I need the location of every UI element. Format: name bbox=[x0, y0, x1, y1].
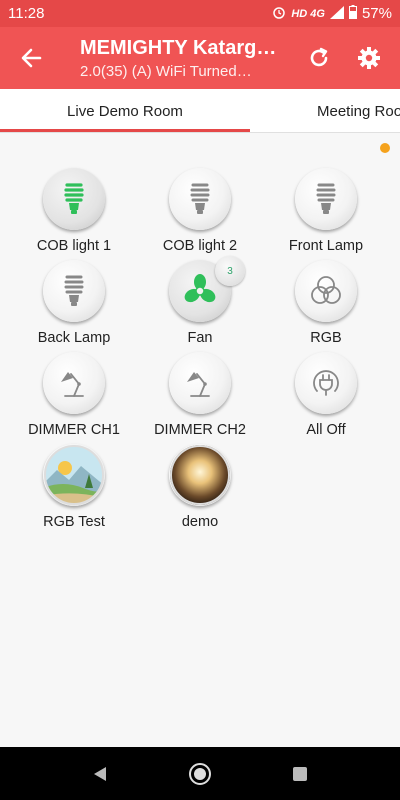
device-demo[interactable]: demo bbox=[137, 444, 263, 534]
gear-icon bbox=[358, 47, 380, 69]
battery-percent: 57% bbox=[361, 5, 392, 22]
device-rgb[interactable]: RGB bbox=[263, 260, 389, 350]
device-button[interactable] bbox=[43, 168, 105, 230]
device-button[interactable] bbox=[169, 168, 231, 230]
nav-recents-button[interactable] bbox=[250, 747, 350, 800]
bulb-icon bbox=[316, 183, 336, 214]
alarm-icon bbox=[272, 5, 286, 22]
circle-home-icon bbox=[189, 762, 211, 785]
back-arrow-icon bbox=[21, 48, 42, 68]
bulb-icon bbox=[64, 183, 84, 214]
page-subtitle: 2.0(35) (A) WiFi Turned… bbox=[80, 62, 252, 80]
room-tabs: Live Demo Room Meeting Roo bbox=[0, 89, 400, 133]
device-label: All Off bbox=[306, 422, 346, 438]
device-back-lamp[interactable]: Back Lamp bbox=[11, 260, 137, 350]
device-button[interactable] bbox=[43, 352, 105, 414]
device-dimmer-ch1[interactable]: DIMMER CH1 bbox=[11, 352, 137, 442]
tab-meeting-room[interactable]: Meeting Roo bbox=[250, 89, 400, 132]
status-dot bbox=[380, 143, 390, 153]
device-button[interactable] bbox=[43, 444, 105, 506]
triangle-back-icon bbox=[94, 766, 106, 781]
desk-lamp-icon bbox=[61, 372, 84, 397]
device-label: Fan bbox=[187, 330, 213, 346]
plug-icon bbox=[313, 370, 339, 396]
fan-icon bbox=[184, 274, 216, 303]
device-button[interactable] bbox=[295, 352, 357, 414]
device-label: Front Lamp bbox=[288, 238, 364, 254]
status-indicators: HD 4G 57% bbox=[272, 5, 392, 22]
device-all-off[interactable]: All Off bbox=[263, 352, 389, 442]
system-nav-bar bbox=[0, 747, 400, 800]
back-button[interactable] bbox=[0, 27, 62, 89]
device-label: DIMMER CH2 bbox=[154, 422, 246, 438]
device-button[interactable] bbox=[169, 352, 231, 414]
fan-speed-badge: 3 bbox=[215, 256, 245, 286]
glowing-orb-icon bbox=[170, 445, 230, 505]
app-bar: MEMIGHTY Katarg… 2.0(35) (A) WiFi Turned… bbox=[0, 27, 400, 89]
signal-icon bbox=[329, 5, 344, 22]
device-label: RGB Test bbox=[43, 514, 105, 530]
tab-live-demo-room[interactable]: Live Demo Room bbox=[0, 89, 250, 132]
device-label: Back Lamp bbox=[37, 330, 111, 346]
device-cob-light-2[interactable]: COB light 2 bbox=[137, 168, 263, 258]
square-recents-icon bbox=[293, 766, 307, 781]
rgb-icon bbox=[311, 276, 341, 304]
device-button[interactable] bbox=[169, 444, 231, 506]
refresh-button[interactable] bbox=[294, 27, 344, 89]
device-cob-light-1[interactable]: COB light 1 bbox=[11, 168, 137, 258]
device-rgb-test[interactable]: RGB Test bbox=[11, 444, 137, 534]
status-bar: 11:28 HD 4G 57% bbox=[0, 0, 400, 27]
device-grid: COB light 1 COB light 2 Front Lamp Back … bbox=[0, 133, 400, 747]
device-label: COB light 2 bbox=[162, 238, 238, 254]
device-button[interactable] bbox=[43, 260, 105, 322]
device-button[interactable] bbox=[295, 168, 357, 230]
device-front-lamp[interactable]: Front Lamp bbox=[263, 168, 389, 258]
landscape-icon bbox=[44, 445, 104, 505]
device-label: demo bbox=[181, 514, 219, 530]
bulb-icon bbox=[64, 275, 84, 306]
refresh-icon bbox=[310, 47, 328, 67]
app-titles: MEMIGHTY Katarg… 2.0(35) (A) WiFi Turned… bbox=[62, 37, 294, 80]
settings-button[interactable] bbox=[344, 27, 394, 89]
network-label: HD 4G bbox=[291, 7, 325, 20]
nav-back-button[interactable] bbox=[50, 747, 150, 800]
nav-home-button[interactable] bbox=[150, 747, 250, 800]
device-button[interactable] bbox=[295, 260, 357, 322]
desk-lamp-icon bbox=[187, 372, 210, 397]
battery-icon bbox=[348, 5, 357, 22]
device-dimmer-ch2[interactable]: DIMMER CH2 bbox=[137, 352, 263, 442]
bulb-icon bbox=[190, 183, 210, 214]
device-fan[interactable]: 3 Fan bbox=[137, 256, 263, 350]
device-label: RGB bbox=[310, 330, 342, 346]
status-time: 11:28 bbox=[8, 5, 45, 22]
device-button[interactable]: 3 bbox=[169, 256, 245, 322]
tab-indicator bbox=[0, 129, 250, 132]
device-label: DIMMER CH1 bbox=[28, 422, 120, 438]
device-label: COB light 1 bbox=[36, 238, 112, 254]
page-title: MEMIGHTY Katarg… bbox=[80, 36, 277, 59]
